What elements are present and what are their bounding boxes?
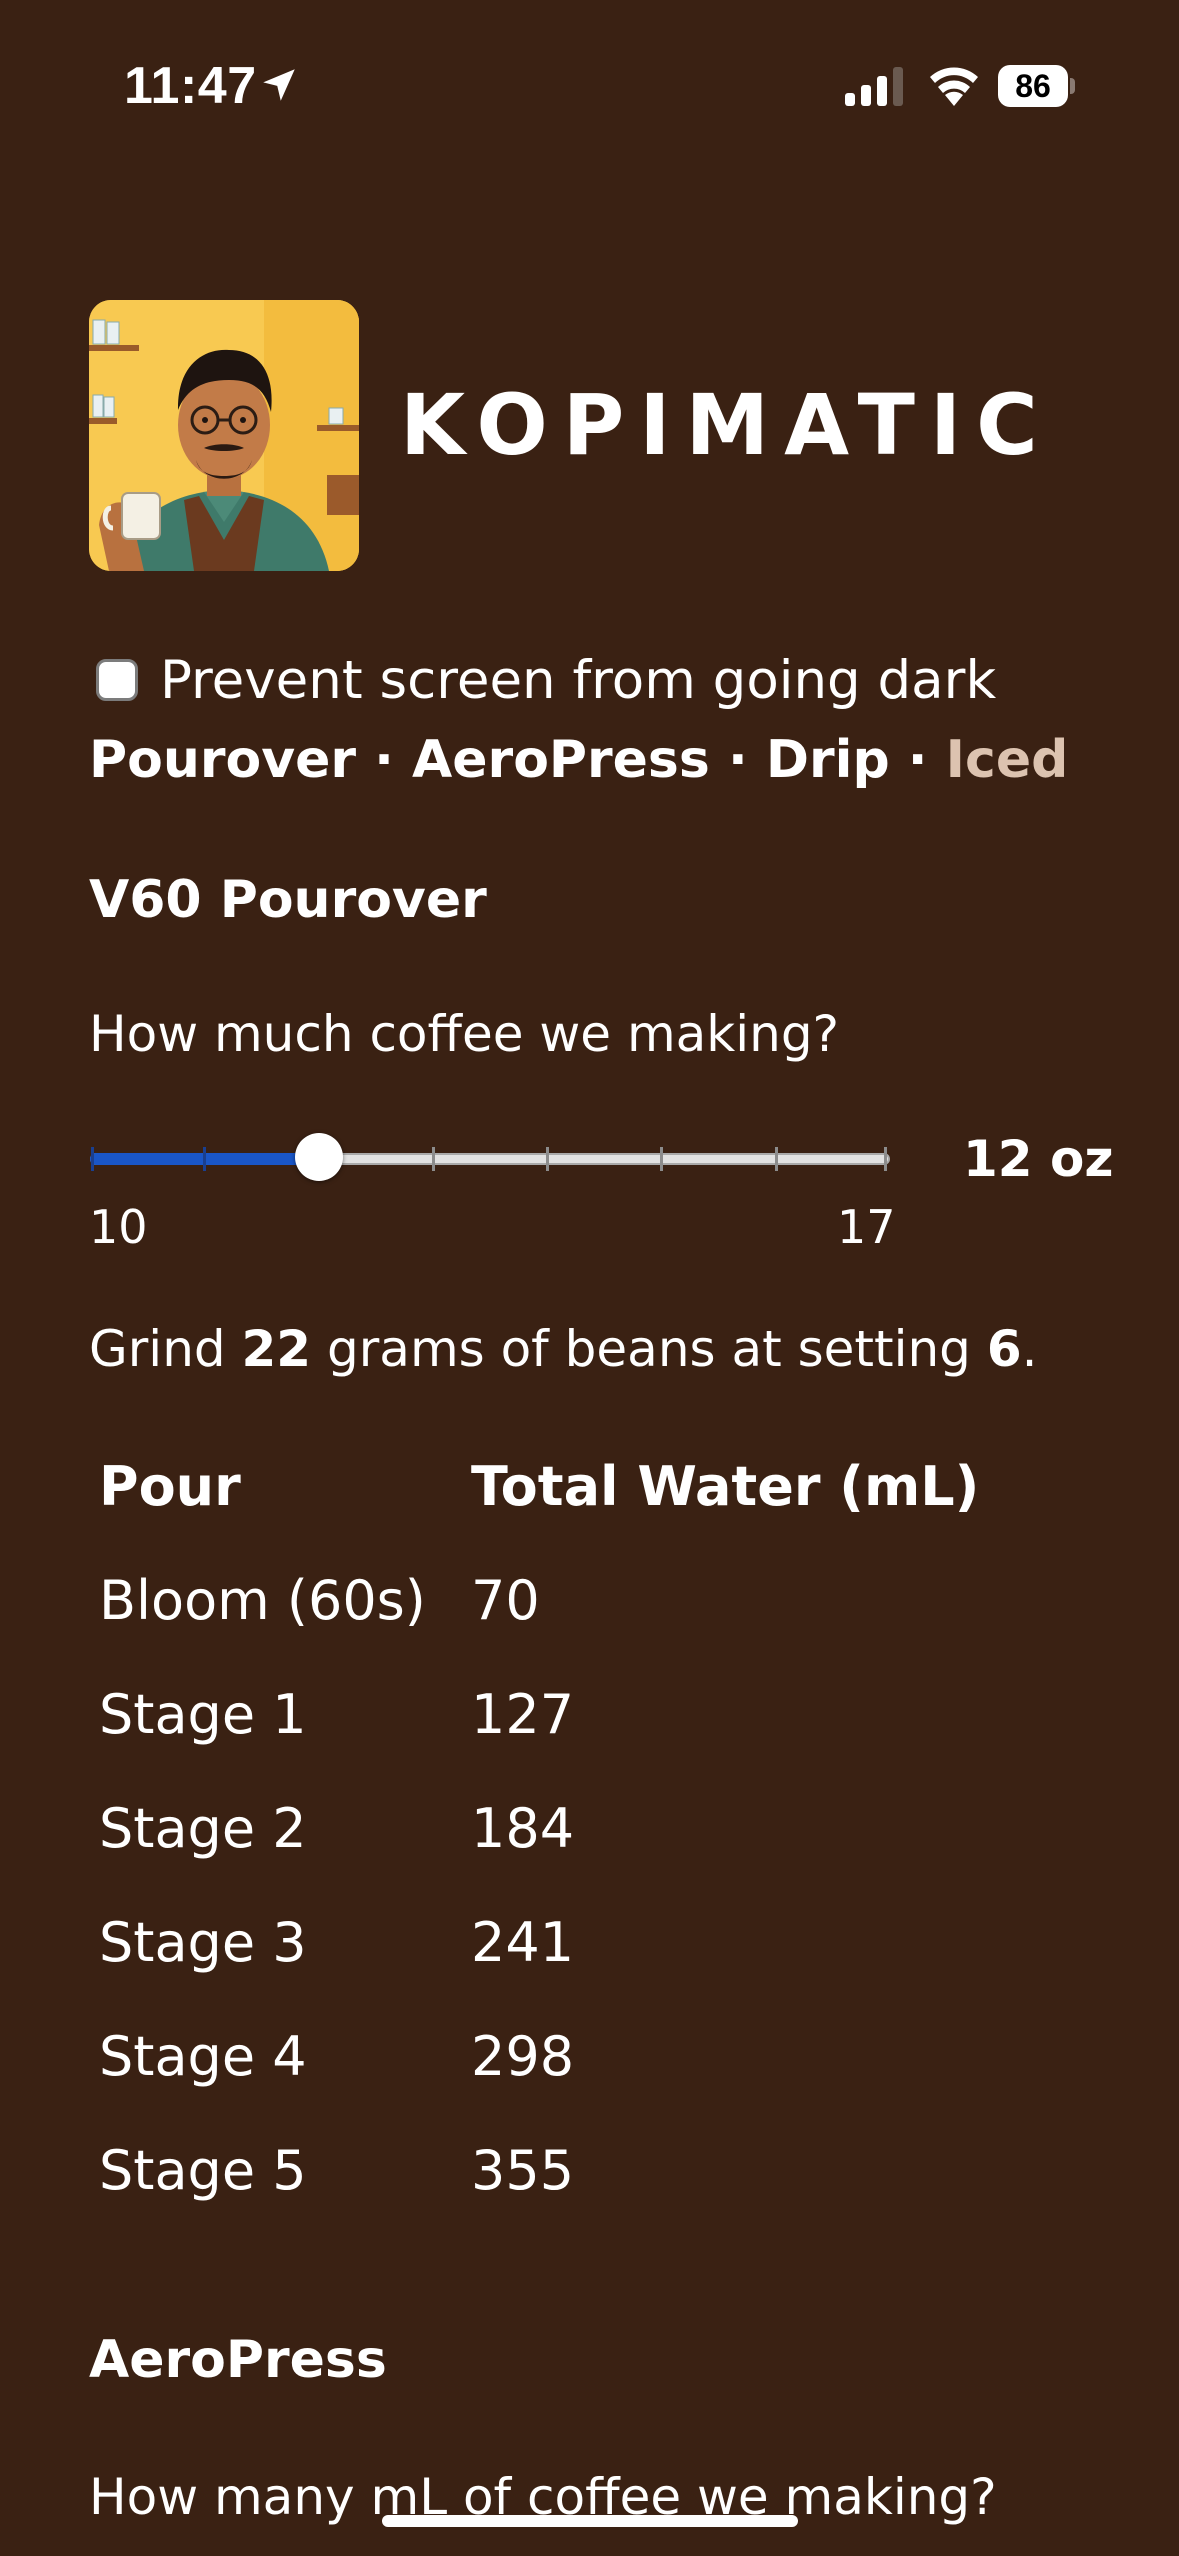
grams-value: 22 (241, 1320, 312, 1378)
column-header-pour: Pour (99, 1455, 241, 1518)
location-arrow-icon (263, 69, 295, 101)
table-row: Stage 4 298 (99, 2025, 999, 2139)
battery-indicator: 86 (998, 65, 1075, 107)
water-total-cell: 298 (471, 2025, 575, 2088)
table-header-row: Pour Total Water (mL) (99, 1455, 999, 1569)
water-total-cell: 184 (471, 1797, 575, 1860)
v60-section-title: V60 Pourover (89, 870, 487, 930)
slider-tick (203, 1147, 207, 1171)
water-total-cell: 355 (471, 2139, 575, 2202)
instruction-suffix: . (1021, 1320, 1038, 1378)
slider-value: 12 oz (963, 1130, 1114, 1188)
grind-setting-value: 6 (986, 1320, 1022, 1378)
nav-link-aeropress[interactable]: AeroPress (412, 730, 710, 790)
status-time: 11:47 (124, 57, 257, 115)
instruction-middle: grams of beans at setting (311, 1320, 987, 1378)
table-row: Stage 5 355 (99, 2139, 999, 2253)
status-bar: 11:47 86 (0, 0, 1179, 170)
slider-tick (91, 1147, 94, 1171)
pour-stage-cell: Stage 5 (99, 2139, 307, 2202)
water-total-cell: 241 (471, 1911, 575, 1974)
battery-level: 86 (998, 65, 1068, 107)
table-row: Stage 2 184 (99, 1797, 999, 1911)
keep-awake-toggle[interactable]: Prevent screen from going dark (96, 640, 996, 720)
nav-separator: · (374, 730, 394, 790)
coffee-size-slider[interactable] (90, 1130, 890, 1186)
slider-tick (774, 1147, 778, 1171)
nav-link-pourover[interactable]: Pourover (89, 730, 356, 790)
water-total-cell: 127 (471, 1683, 575, 1746)
grind-instruction: Grind 22 grams of beans at setting 6. (89, 1320, 1038, 1378)
home-indicator[interactable] (382, 2515, 798, 2527)
nav-link-drip[interactable]: Drip (766, 730, 890, 790)
table-row: Bloom (60s) 70 (99, 1569, 999, 1683)
slider-tick (660, 1147, 664, 1171)
pour-table: Pour Total Water (mL) Bloom (60s) 70 Sta… (99, 1455, 999, 2253)
keep-awake-label: Prevent screen from going dark (160, 649, 997, 711)
pour-stage-cell: Stage 2 (99, 1797, 307, 1860)
barista-logo (89, 300, 359, 571)
v60-prompt: How much coffee we making? (89, 1005, 840, 1063)
water-total-cell: 70 (471, 1569, 540, 1632)
slider-min-label: 10 (89, 1200, 148, 1254)
pour-stage-cell: Bloom (60s) (99, 1569, 426, 1632)
method-nav: Pourover · AeroPress · Drip · Iced (89, 730, 1068, 790)
column-header-water: Total Water (mL) (471, 1455, 980, 1518)
aeropress-section-title: AeroPress (89, 2330, 387, 2390)
table-row: Stage 1 127 (99, 1683, 999, 1797)
pour-stage-cell: Stage 1 (99, 1683, 307, 1746)
app-title: KOPIMATIC (400, 376, 1053, 474)
pour-stage-cell: Stage 4 (99, 2025, 307, 2088)
slider-tick (884, 1147, 887, 1171)
nav-link-iced[interactable]: Iced (946, 730, 1069, 790)
slider-max-label: 17 (837, 1200, 896, 1254)
pour-stage-cell: Stage 3 (99, 1911, 307, 1974)
cellular-signal-icon (845, 67, 903, 106)
instruction-prefix: Grind (89, 1320, 242, 1378)
slider-tick (546, 1147, 550, 1171)
slider-tick (431, 1147, 435, 1171)
wifi-icon (930, 67, 978, 106)
nav-separator: · (907, 730, 928, 790)
nav-separator: · (727, 730, 748, 790)
keep-awake-checkbox[interactable] (96, 659, 138, 701)
barista-illustration (89, 300, 359, 571)
slider-thumb[interactable] (294, 1133, 343, 1181)
table-row: Stage 3 241 (99, 1911, 999, 2025)
battery-cap (1070, 78, 1075, 94)
